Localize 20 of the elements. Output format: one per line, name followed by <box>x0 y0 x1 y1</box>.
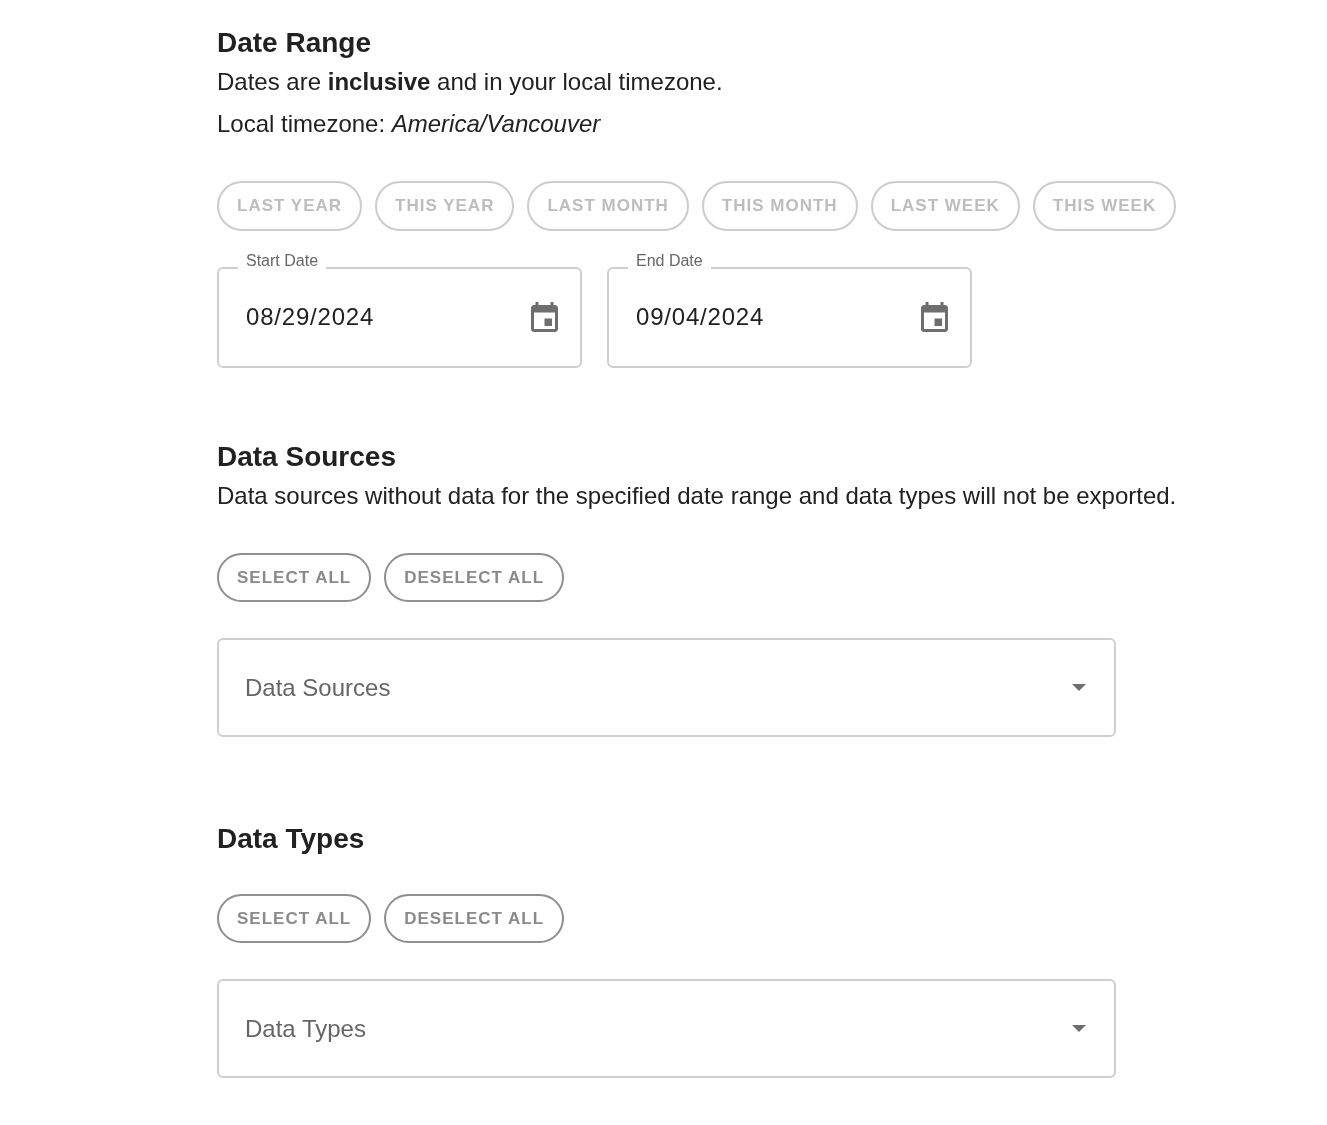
timezone-text: Local timezone: America/Vancouver <box>217 109 602 139</box>
section-heading: Data Types <box>217 822 366 856</box>
dropdown-field[interactable]: Data Sources <box>217 638 1116 737</box>
field-label: End Date <box>635 252 704 271</box>
calendar-icon[interactable] <box>531 302 558 332</box>
date-field[interactable]: Start Date 08/29/2024 <box>217 252 582 368</box>
section-heading: Date Range <box>217 26 373 60</box>
select-all-button[interactable]: SELECT ALL <box>217 894 372 943</box>
deselect-all-button[interactable]: DESELECT ALL <box>384 894 565 943</box>
caret-icon <box>1072 1025 1086 1032</box>
deselect-all-button[interactable]: DESELECT ALL <box>384 553 565 602</box>
caret-icon <box>1072 684 1086 691</box>
calendar-icon[interactable] <box>921 302 948 332</box>
select-all-button[interactable]: SELECT ALL <box>217 553 372 602</box>
field-label: Start Date <box>245 252 320 271</box>
description-text: Dates are inclusive and in your local timezone. <box>217 67 724 97</box>
section-heading: Data Sources <box>217 440 397 474</box>
dropdown-field[interactable]: Data Types <box>217 979 1116 1078</box>
description-text: Data sources without data for the specified date range and data types will not be exported. <box>217 481 1178 511</box>
date-field[interactable]: End Date 09/04/2024 <box>607 252 972 368</box>
